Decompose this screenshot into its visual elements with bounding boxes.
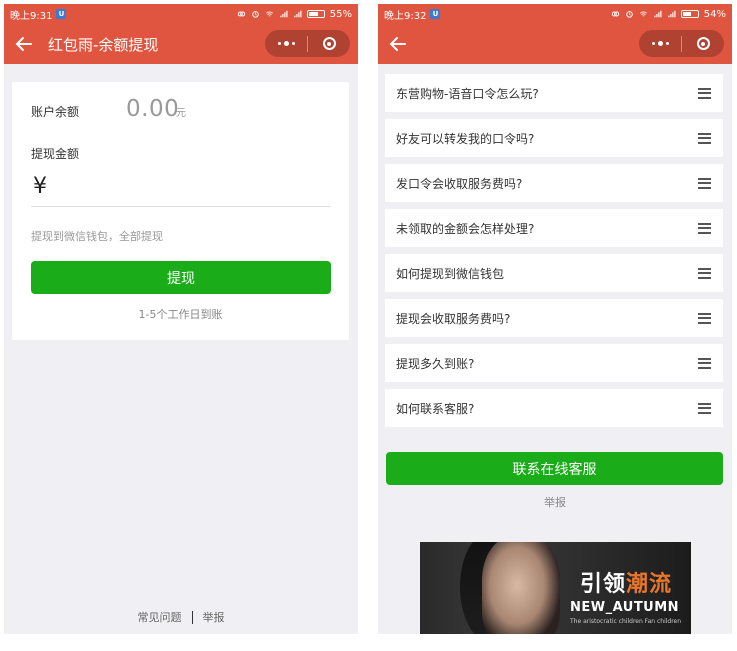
status-bar: 晚上9:32 U 54%	[378, 4, 732, 24]
faq-item[interactable]: 提现会收取服务费吗?	[385, 299, 723, 337]
faq-question: 好友可以转发我的口令吗?	[396, 131, 535, 146]
back-arrow-icon[interactable]	[389, 32, 413, 56]
withdraw-hint[interactable]: 提现到微信钱包，全部提现	[31, 228, 163, 244]
ad-headline-highlight: 潮流	[626, 572, 673, 597]
faq-item[interactable]: 东营购物-语音口令怎么玩?	[385, 74, 723, 112]
notification-badge-icon: U	[430, 9, 441, 19]
faq-screen: 晚上9:32 U 54% 东营购物-语音口令怎么玩? 好友可以转发我的口令吗? …	[378, 4, 732, 634]
battery-icon	[680, 10, 699, 18]
status-bar: 晚上9:31 U 55%	[4, 4, 358, 24]
faq-question: 未领取的金额会怎样处理?	[396, 221, 535, 236]
wifi-icon	[639, 11, 647, 17]
faq-item[interactable]: 未领取的金额会怎样处理?	[385, 209, 723, 247]
signal-icon	[280, 10, 288, 18]
alarm-icon	[625, 11, 633, 18]
page-title: 红包雨-余额提现	[48, 35, 159, 54]
balance-unit: 元	[176, 108, 186, 119]
faq-item[interactable]: 发口令会收取服务费吗?	[385, 164, 723, 202]
close-target-icon	[696, 37, 710, 50]
balance-label: 账户余额	[31, 105, 80, 119]
ad-caption: The aristocratic children Fan children	[570, 618, 682, 625]
faq-question: 如何提现到微信钱包	[396, 266, 505, 281]
status-time: 晚上9:31	[10, 10, 53, 22]
withdraw-amount-label: 提现金额	[31, 147, 80, 161]
currency-symbol: ¥	[33, 174, 47, 199]
faq-item[interactable]: 如何联系客服?	[385, 389, 723, 427]
faq-item[interactable]: 提现多久到账?	[385, 344, 723, 382]
menu-lines-icon	[698, 267, 711, 279]
balance-value: 0.00	[126, 96, 180, 122]
withdraw-screen: 晚上9:31 U 55% 红包雨-余额提现 账户余额 0.00 元 提现金额 ¥…	[4, 4, 358, 634]
menu-lines-icon	[698, 222, 711, 234]
ad-banner[interactable]: 引领潮流 NEW_AUTUMN The aristocratic childre…	[420, 542, 691, 634]
report-link[interactable]: 举报	[378, 494, 732, 510]
ad-model-photo	[482, 542, 560, 634]
notification-badge-icon: U	[56, 9, 67, 19]
contact-service-button[interactable]: 联系在线客服	[386, 452, 723, 485]
faq-item[interactable]: 如何提现到微信钱包	[385, 254, 723, 292]
menu-lines-icon	[698, 132, 711, 144]
battery-percent: 55%	[329, 8, 352, 20]
faq-question: 东营购物-语音口令怎么玩?	[396, 86, 539, 101]
more-button[interactable]	[265, 30, 307, 57]
close-button[interactable]	[308, 30, 350, 57]
faq-question: 如何联系客服?	[396, 401, 475, 416]
link-icon	[611, 11, 619, 17]
footer-links: 常见问题 举报	[4, 609, 358, 625]
faq-question: 提现会收取服务费吗?	[396, 311, 511, 326]
close-button[interactable]	[682, 30, 724, 57]
faq-link[interactable]: 常见问题	[138, 609, 182, 625]
faq-item[interactable]: 好友可以转发我的口令吗?	[385, 119, 723, 157]
signal-icon	[654, 10, 662, 18]
nav-bar	[378, 24, 732, 64]
footer-divider	[191, 610, 193, 624]
menu-lines-icon	[698, 87, 711, 99]
nav-bar: 红包雨-余额提现	[4, 24, 358, 64]
signal-icon	[668, 10, 676, 18]
back-arrow-icon[interactable]	[15, 32, 39, 56]
mini-program-capsule	[265, 30, 350, 57]
ad-subtitle: NEW_AUTUMN	[570, 600, 680, 615]
report-link[interactable]: 举报	[203, 609, 225, 625]
menu-lines-icon	[698, 402, 711, 414]
menu-lines-icon	[698, 357, 711, 369]
wifi-icon	[265, 11, 273, 17]
ad-headline-part: 引领	[580, 572, 627, 597]
more-button[interactable]	[639, 30, 681, 57]
menu-lines-icon	[698, 312, 711, 324]
more-dots-icon	[651, 41, 669, 46]
mini-program-capsule	[639, 30, 724, 57]
menu-lines-icon	[698, 177, 711, 189]
faq-question: 发口令会收取服务费吗?	[396, 176, 523, 191]
link-icon	[237, 11, 245, 17]
close-target-icon	[322, 37, 336, 50]
more-dots-icon	[277, 41, 295, 46]
battery-percent: 54%	[703, 8, 726, 20]
withdraw-button[interactable]: 提现	[31, 261, 331, 294]
amount-input[interactable]	[31, 206, 331, 207]
faq-question: 提现多久到账?	[396, 356, 475, 371]
withdraw-card: 账户余额 0.00 元 提现金额 ¥ 提现到微信钱包，全部提现 提现 1-5个工…	[12, 82, 349, 340]
status-time: 晚上9:32	[384, 10, 427, 22]
alarm-icon	[251, 11, 259, 18]
arrival-note: 1-5个工作日到账	[138, 308, 223, 321]
signal-icon	[294, 10, 302, 18]
ad-headline: 引领潮流	[580, 566, 672, 598]
battery-icon	[306, 10, 325, 18]
